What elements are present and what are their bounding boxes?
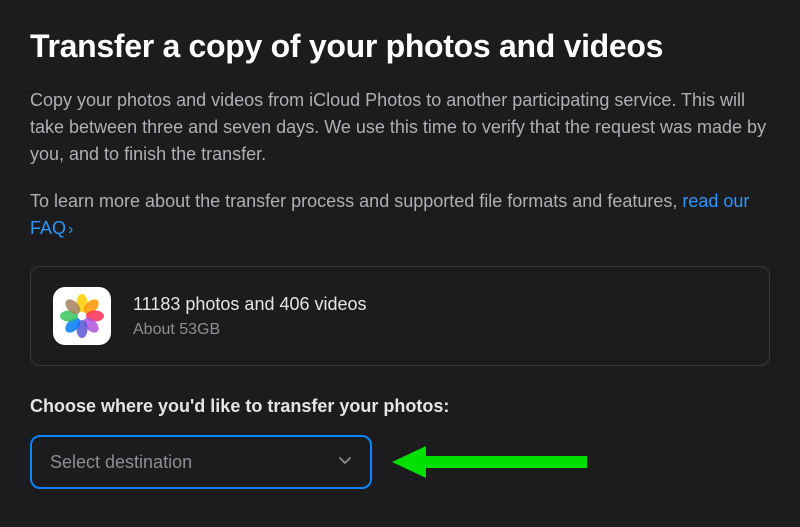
library-size: About 53GB xyxy=(133,321,367,339)
faq-prefix: To learn more about the transfer process… xyxy=(30,191,682,211)
destination-placeholder: Select destination xyxy=(50,452,192,473)
chevron-down-icon xyxy=(338,453,352,472)
destination-select[interactable]: Select destination xyxy=(30,435,372,489)
photos-app-icon xyxy=(53,287,111,345)
chevron-right-icon: › xyxy=(68,221,73,238)
choose-destination-label: Choose where you'd like to transfer your… xyxy=(30,396,770,417)
library-count: 11183 photos and 406 videos xyxy=(133,294,367,315)
page-title: Transfer a copy of your photos and video… xyxy=(30,28,770,65)
library-summary-card: 11183 photos and 406 videos About 53GB xyxy=(30,266,770,366)
transfer-description: Copy your photos and videos from iCloud … xyxy=(30,87,770,168)
faq-text: To learn more about the transfer process… xyxy=(30,188,770,242)
annotation-arrow-icon xyxy=(392,442,592,482)
library-summary-text: 11183 photos and 406 videos About 53GB xyxy=(133,294,367,339)
